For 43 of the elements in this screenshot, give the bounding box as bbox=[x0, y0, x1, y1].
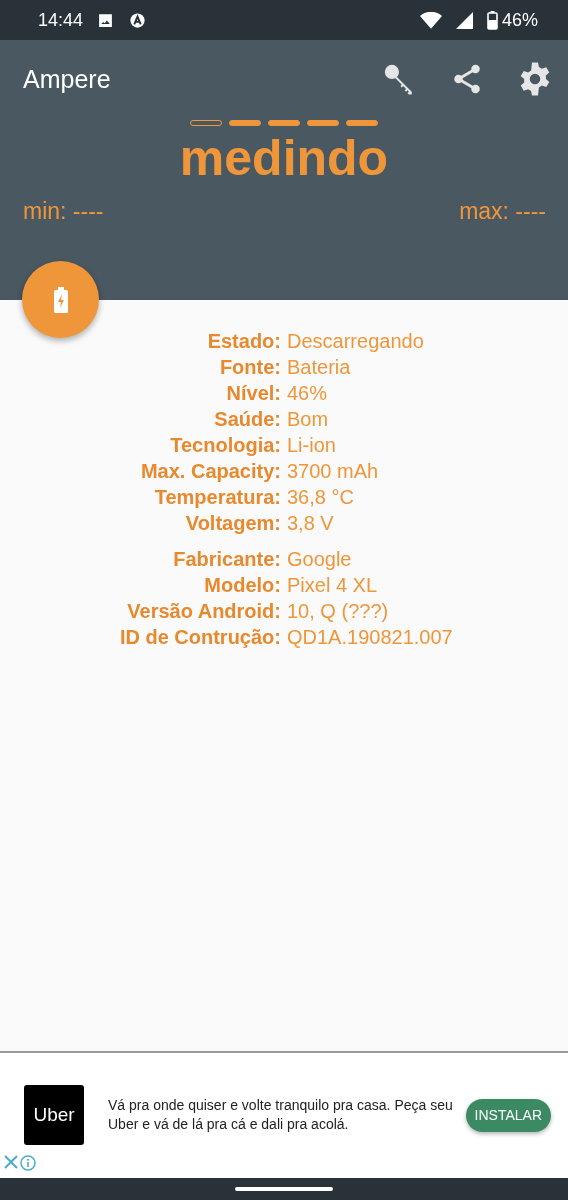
info-value: QD1A.190821.007 bbox=[287, 625, 454, 650]
info-value: Descarregando bbox=[287, 329, 425, 354]
info-value: 10, Q (???) bbox=[287, 599, 390, 624]
signal-icon bbox=[455, 11, 473, 29]
info-icon[interactable] bbox=[20, 1155, 36, 1171]
home-handle[interactable] bbox=[235, 1187, 333, 1191]
info-value: Google bbox=[287, 547, 353, 572]
a-circle-icon bbox=[128, 10, 148, 30]
reading-value: medindo bbox=[178, 129, 390, 188]
info-value: Bateria bbox=[287, 355, 352, 380]
info-label: Temperatura: bbox=[153, 485, 281, 510]
info-label: Modelo: bbox=[203, 573, 281, 598]
info-label: Saúde: bbox=[213, 407, 281, 432]
clock: 14:44 bbox=[38, 9, 84, 31]
info-value: Li-ion bbox=[287, 433, 337, 458]
info-value: 46% bbox=[287, 381, 329, 406]
wifi-icon bbox=[419, 11, 442, 29]
info-label: Fonte: bbox=[218, 355, 281, 380]
install-button[interactable]: INSTALAR bbox=[465, 1098, 551, 1132]
min-value: min: ---- bbox=[23, 198, 104, 225]
app-title: Ampere bbox=[23, 64, 112, 94]
info-label: Nível: bbox=[225, 381, 281, 406]
info-label: Tecnologia: bbox=[169, 433, 281, 458]
max-value: max: ---- bbox=[459, 198, 546, 225]
info-label: Estado: bbox=[206, 329, 281, 354]
info-label: Max. Capacity: bbox=[139, 459, 281, 484]
info-value: Pixel 4 XL bbox=[287, 573, 379, 598]
info-value: 36,8 °C bbox=[287, 485, 355, 510]
info-value: 3,8 V bbox=[287, 511, 335, 536]
info-label: Fabricante: bbox=[172, 547, 281, 572]
battery-fab[interactable] bbox=[22, 261, 99, 338]
info-label: ID de Contrução: bbox=[118, 625, 281, 650]
ad-logo: Uber bbox=[24, 1085, 84, 1145]
ad-text: Vá pra onde quiser e volte tranquilo pra casa. Peça seu Uber e vá de lá pra cá e dali pra acolá. bbox=[108, 1096, 454, 1134]
battery-charging-icon bbox=[52, 286, 69, 313]
battery-icon bbox=[486, 10, 498, 30]
image-icon bbox=[97, 11, 115, 29]
info-label: Voltagem: bbox=[184, 511, 281, 536]
info-value: 3700 mAh bbox=[287, 459, 380, 484]
battery-percent: 46% bbox=[501, 9, 538, 31]
close-icon[interactable] bbox=[4, 1155, 18, 1169]
info-value: Bom bbox=[287, 407, 330, 432]
info-label: Versão Android: bbox=[126, 599, 281, 624]
